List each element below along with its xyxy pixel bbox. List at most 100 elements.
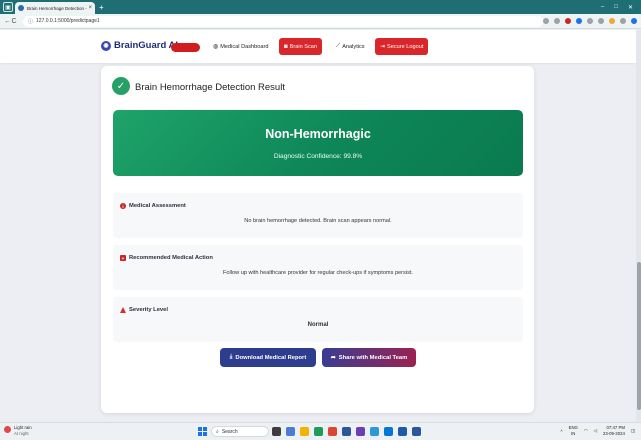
system-tray: ^ ENG IN ◠ ◁ 07:47 PM 23-09-2024 ◫ bbox=[561, 425, 635, 437]
assessment-text: No brain hemorrhage detected. Brain scan… bbox=[244, 218, 392, 224]
weather-sub: At night bbox=[14, 431, 29, 436]
visual-studio-icon[interactable] bbox=[356, 427, 365, 436]
favorites-icon[interactable] bbox=[598, 18, 604, 24]
scrollbar-thumb[interactable] bbox=[637, 262, 641, 410]
redacted-badge bbox=[171, 43, 200, 52]
share-medical-team-button[interactable]: ➦ Share with Medical Team bbox=[322, 348, 416, 367]
app-icon[interactable] bbox=[370, 427, 379, 436]
reload-icon[interactable]: C bbox=[11, 18, 17, 25]
nav-secure-logout[interactable]: ⇥ Secure Logout bbox=[375, 38, 429, 55]
address-bar-row: ← C ⓘ 127.0.0.1:5000/predictpage1 bbox=[0, 14, 641, 29]
brain-icon: ◉ bbox=[101, 40, 111, 51]
severity-level-panel: Severity Level Normal bbox=[113, 297, 523, 342]
os-taskbar: Light rain At night ⌕ Search ^ ENG IN ◠ … bbox=[0, 422, 641, 440]
wifi-icon[interactable]: ◠ bbox=[584, 428, 588, 434]
tab-title: Brain Hemorrhage Detection - B bbox=[27, 5, 89, 11]
chart-line-icon: ⟋ bbox=[336, 43, 341, 49]
weather-widget[interactable]: Light rain At night bbox=[4, 425, 32, 437]
store-icon[interactable] bbox=[342, 427, 351, 436]
share-icon: ➦ bbox=[330, 355, 336, 361]
nav-brain-scan[interactable]: ◙ Brain Scan bbox=[279, 38, 322, 55]
tab-favicon-icon bbox=[18, 5, 24, 11]
page-scrollbar[interactable] bbox=[636, 30, 641, 422]
extension-blue-icon[interactable] bbox=[576, 18, 582, 24]
button-label: Download Medical Report bbox=[235, 354, 307, 361]
new-tab-icon[interactable]: + bbox=[99, 3, 104, 12]
read-aloud-icon[interactable] bbox=[543, 18, 549, 24]
back-arrow-icon[interactable]: ← bbox=[4, 18, 11, 25]
nav-label: Secure Logout bbox=[387, 43, 424, 50]
site-info-icon[interactable]: ⓘ bbox=[28, 18, 33, 25]
taskbar-search-input[interactable]: ⌕ Search bbox=[211, 426, 269, 437]
chrome-icon[interactable] bbox=[328, 427, 337, 436]
panel-heading: i Medical Assessment bbox=[120, 203, 186, 209]
widgets-icon[interactable] bbox=[286, 427, 295, 436]
brand-name: BrainGuard AI bbox=[114, 40, 179, 51]
panel-heading-text: Recommended Medical Action bbox=[129, 255, 213, 261]
info-circle-icon: i bbox=[120, 203, 126, 209]
action-text: Follow up with healthcare provider for r… bbox=[223, 270, 413, 276]
warning-triangle-icon bbox=[120, 307, 126, 313]
window-controls: – □ ✕ bbox=[601, 4, 641, 11]
search-placeholder: Search bbox=[221, 428, 238, 435]
panel-heading: + Recommended Medical Action bbox=[120, 255, 213, 261]
check-circle-icon: ✓ bbox=[112, 77, 130, 95]
extension-red-icon[interactable] bbox=[565, 18, 571, 24]
result-title: Brain Hemorrhage Detection Result bbox=[135, 82, 285, 93]
prediction-label: Non-Hemorrhagic bbox=[265, 127, 371, 141]
window-menu-icon[interactable]: ▣ bbox=[3, 2, 13, 12]
pinned-apps bbox=[272, 427, 421, 436]
edge-browser-icon[interactable] bbox=[314, 427, 323, 436]
task-view-icon[interactable] bbox=[272, 427, 281, 436]
panel-heading-text: Severity Level bbox=[129, 307, 168, 313]
scan-icon: ◙ bbox=[284, 43, 288, 50]
favorite-star-icon[interactable] bbox=[554, 18, 560, 24]
chevron-up-icon[interactable]: ^ bbox=[561, 429, 563, 434]
copilot-icon[interactable] bbox=[631, 18, 637, 24]
download-icon: ⤓ bbox=[229, 354, 233, 360]
browser-tab[interactable]: Brain Hemorrhage Detection - B × bbox=[15, 2, 95, 14]
panel-heading: Severity Level bbox=[120, 307, 168, 313]
more-menu-icon[interactable] bbox=[620, 18, 626, 24]
brand-logo[interactable]: ◉ BrainGuard AI bbox=[101, 40, 178, 51]
nav-medical-dashboard[interactable]: ◍ Medical Dashboard bbox=[208, 38, 273, 55]
close-window-icon[interactable]: ✕ bbox=[628, 4, 633, 11]
profile-avatar-icon[interactable] bbox=[609, 18, 615, 24]
weather-icon bbox=[4, 426, 11, 433]
clock[interactable]: 07:47 PM 23-09-2024 bbox=[603, 425, 625, 437]
url-text: 127.0.0.1:5000/predictpage1 bbox=[36, 18, 100, 24]
nav-label: Brain Scan bbox=[289, 43, 317, 50]
nav-label: Medical Dashboard bbox=[220, 43, 269, 50]
medical-kit-icon: + bbox=[120, 255, 126, 261]
result-card: ✓ Brain Hemorrhage Detection Result Non-… bbox=[101, 66, 534, 413]
notifications-icon[interactable]: ◫ bbox=[631, 428, 635, 434]
start-windows-icon[interactable] bbox=[198, 427, 207, 436]
volume-icon[interactable]: ◁ bbox=[594, 428, 597, 434]
nav-label: Analytics bbox=[342, 43, 365, 50]
search-icon: ⌕ bbox=[216, 428, 219, 435]
download-report-button[interactable]: ⤓ Download Medical Report bbox=[220, 348, 316, 367]
maximize-icon[interactable]: □ bbox=[614, 4, 618, 11]
browser-tab-bar: ▣ Brain Hemorrhage Detection - B × + – □… bbox=[0, 0, 641, 14]
medical-assessment-panel: i Medical Assessment No brain hemorrhage… bbox=[113, 193, 523, 238]
dashboard-icon: ◍ bbox=[213, 44, 219, 50]
clock-date: 23-09-2024 bbox=[602, 431, 625, 436]
lang-region: IN bbox=[571, 431, 576, 436]
prediction-banner: Non-Hemorrhagic Diagnostic Confidence: 9… bbox=[113, 110, 523, 176]
nav-analytics[interactable]: ⟋ Analytics bbox=[331, 38, 370, 55]
page-viewport: ◉ BrainGuard AI ◍ Medical Dashboard ◙ Br… bbox=[0, 30, 641, 422]
url-field[interactable]: ⓘ 127.0.0.1:5000/predictpage1 bbox=[23, 15, 543, 27]
severity-value: Normal bbox=[307, 322, 329, 328]
file-explorer-icon[interactable] bbox=[300, 427, 309, 436]
recommended-action-panel: + Recommended Medical Action Follow up w… bbox=[113, 245, 523, 290]
tab-close-icon[interactable]: × bbox=[88, 5, 92, 11]
collections-icon[interactable] bbox=[587, 18, 593, 24]
app-icon[interactable] bbox=[398, 427, 407, 436]
vscode-icon[interactable] bbox=[384, 427, 393, 436]
button-label: Share with Medical Team bbox=[338, 354, 408, 361]
language-indicator[interactable]: ENG IN bbox=[569, 425, 578, 437]
extension-icons bbox=[543, 18, 637, 24]
diagnostic-confidence: Diagnostic Confidence: 99.8% bbox=[273, 153, 363, 160]
minimize-icon[interactable]: – bbox=[601, 4, 604, 11]
word-icon[interactable] bbox=[412, 427, 421, 436]
